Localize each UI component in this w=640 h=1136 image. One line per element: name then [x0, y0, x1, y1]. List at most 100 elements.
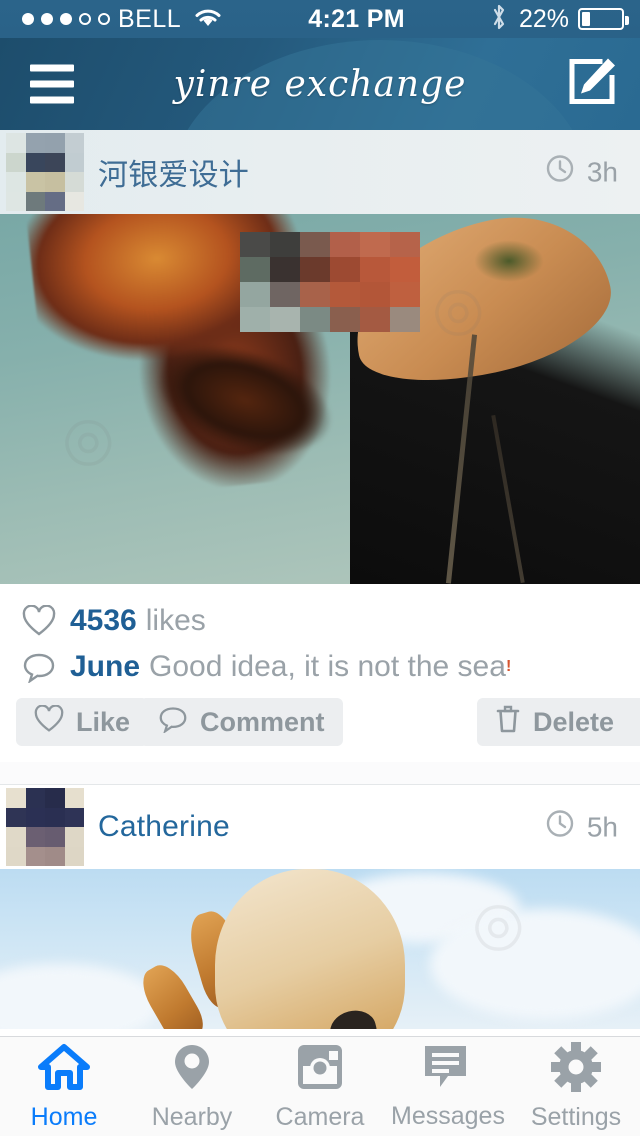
censor-pixel — [330, 282, 360, 307]
avatar-pixel — [25, 846, 45, 866]
likes-row[interactable]: 4536 likes — [0, 598, 640, 644]
avatar-pixel — [6, 846, 26, 866]
hamburger-bar-2 — [30, 80, 74, 88]
comment-punctuation: ! — [505, 658, 512, 675]
post-timestamp: 3h — [545, 154, 618, 191]
tab-settings-label: Settings — [530, 1102, 622, 1131]
comment-bubble-icon — [158, 705, 188, 740]
delete-button-label: Delete — [532, 706, 614, 737]
avatar-pixel — [45, 133, 65, 153]
post-engagement: 4536 likes June Good idea, it is not the… — [0, 584, 640, 762]
post-separator — [0, 762, 640, 784]
status-bar-clock: 4:21 PM — [308, 4, 405, 33]
compose-pencil-icon[interactable] — [566, 56, 618, 113]
tab-camera[interactable]: Camera — [256, 1037, 384, 1136]
avatar-pixel — [64, 191, 84, 211]
avatar-pixel — [64, 133, 84, 153]
app-header: yinre exchange — [0, 38, 640, 130]
censor-pixel — [300, 307, 330, 332]
post-header[interactable]: Catherine 5h — [0, 785, 640, 869]
like-button-label: Like — [76, 706, 131, 737]
delete-button[interactable]: Delete — [476, 698, 640, 746]
comment-bubble-icon[interactable] — [22, 651, 56, 683]
hamburger-menu-icon[interactable] — [30, 64, 74, 104]
post-timestamp: 5h — [545, 809, 618, 846]
avatar-pixel — [25, 807, 45, 827]
avatar-pixel — [6, 827, 26, 847]
likes-label: likes — [145, 604, 206, 637]
bottom-tab-bar[interactable]: Home Nearby Camera Messages Settings — [0, 1036, 640, 1136]
feed-post[interactable]: 河银爱设计 3h ◎ ◎ — [0, 130, 640, 785]
tab-settings[interactable]: Settings — [512, 1037, 640, 1136]
signal-strength-dots — [22, 13, 110, 25]
avatar-pixelated[interactable] — [6, 133, 84, 211]
avatar-pixel — [45, 788, 65, 808]
censor-pixel — [240, 257, 270, 282]
post-photo-woman-sea[interactable]: ◎ ◎ — [0, 214, 640, 584]
post-header[interactable]: 河银爱设计 3h — [0, 130, 640, 214]
comment-row[interactable]: June Good idea, it is not the sea ! — [0, 644, 640, 690]
avatar-pixel — [6, 152, 26, 172]
signal-dot-3 — [60, 13, 72, 25]
censor-pixel — [240, 307, 270, 332]
signal-dot-1 — [22, 13, 34, 25]
feed-list[interactable]: 河银爱设计 3h ◎ ◎ — [0, 130, 640, 1036]
censor-pixel — [270, 282, 300, 307]
status-bar-left: BELL — [0, 5, 223, 34]
comment-author[interactable]: June — [70, 650, 140, 684]
signal-dot-2 — [41, 13, 53, 25]
avatar-pixel — [25, 152, 45, 172]
censor-pixel — [240, 282, 270, 307]
post-time-label: 3h — [586, 156, 618, 187]
hamburger-bar-3 — [30, 96, 74, 104]
avatar-pixel — [6, 788, 26, 808]
avatar-pixel — [25, 191, 45, 211]
avatar-pixel — [64, 788, 84, 808]
avatar-pixel — [25, 788, 45, 808]
home-icon — [37, 1042, 91, 1097]
censor-pixel — [330, 257, 360, 282]
gear-icon — [550, 1041, 602, 1097]
signal-dot-5 — [98, 13, 110, 25]
censor-pixel — [390, 257, 420, 282]
censor-pixel — [330, 307, 360, 332]
post-time-label: 5h — [586, 811, 618, 842]
post-author-name[interactable]: Catherine — [98, 810, 230, 844]
avatar-pixel — [45, 846, 65, 866]
avatar-pixelated[interactable] — [6, 788, 84, 866]
avatar-pixel — [45, 172, 65, 192]
post-author-name[interactable]: 河银爱设计 — [98, 150, 249, 194]
heart-outline-icon[interactable] — [22, 605, 56, 637]
feed-post[interactable]: Catherine 5h ◎ — [0, 785, 640, 1029]
post-actions: Like Comment Delete — [0, 698, 640, 762]
tab-camera-label: Camera — [275, 1102, 365, 1131]
like-button[interactable]: Like — [16, 698, 149, 746]
censor-pixel — [300, 282, 330, 307]
hamburger-bar-1 — [30, 64, 74, 72]
censor-pixel — [390, 282, 420, 307]
status-bar-right: 22% — [490, 3, 640, 36]
photo-tattoo — [474, 240, 544, 282]
censor-pixel — [270, 307, 300, 332]
tab-home[interactable]: Home — [0, 1037, 128, 1136]
censor-pixel — [360, 257, 390, 282]
app-title: yinre exchange — [173, 63, 467, 105]
censor-pixel — [300, 257, 330, 282]
censor-pixel — [270, 257, 300, 282]
tab-messages-label: Messages — [391, 1101, 505, 1130]
comment-button[interactable]: Comment — [140, 698, 343, 746]
tab-messages[interactable]: Messages — [384, 1037, 512, 1136]
avatar-pixel — [45, 152, 65, 172]
avatar-pixel — [25, 172, 45, 192]
tab-nearby[interactable]: Nearby — [128, 1037, 256, 1136]
avatar-pixel — [64, 807, 84, 827]
photo-censor-pixels — [240, 232, 420, 332]
battery-icon — [578, 8, 629, 30]
censor-pixel — [270, 232, 300, 257]
trash-icon — [495, 704, 521, 741]
post-photo-giraffe-sky[interactable]: ◎ — [0, 869, 640, 1029]
censor-pixel — [390, 307, 420, 332]
censor-pixel — [360, 307, 390, 332]
avatar-pixel — [64, 846, 84, 866]
camera-icon — [295, 1042, 345, 1097]
